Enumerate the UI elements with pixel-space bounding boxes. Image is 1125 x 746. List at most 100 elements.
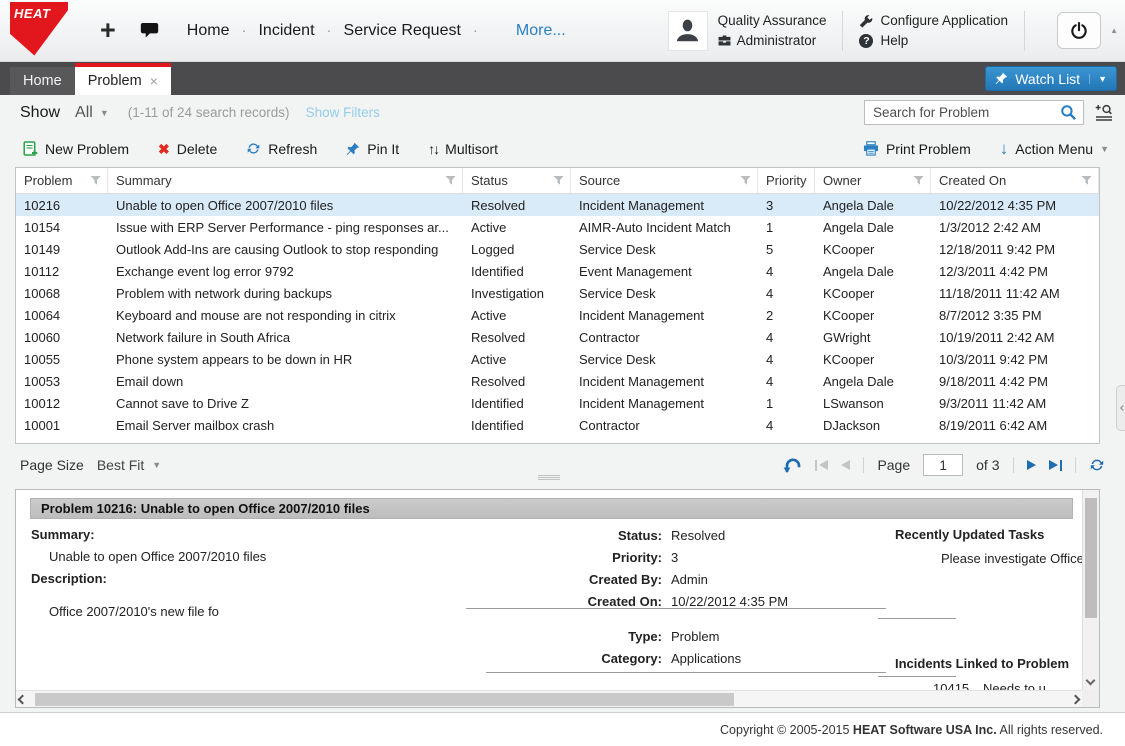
cell: Service Desk — [571, 238, 758, 260]
logout-power-button[interactable] — [1057, 12, 1101, 49]
cell: Exchange event log error 9792 — [108, 260, 463, 282]
filter-icon[interactable] — [913, 175, 924, 186]
nav-home[interactable]: Home — [187, 22, 230, 40]
nav-more[interactable]: More... — [516, 22, 566, 40]
scroll-down-icon[interactable] — [1086, 676, 1096, 686]
nav-separator-dot: · — [327, 22, 332, 39]
filter-icon[interactable] — [445, 175, 456, 186]
cell: Cannot save to Drive Z — [108, 392, 463, 414]
tab-home-label: Home — [23, 73, 62, 89]
new-tab-plus-icon[interactable]: + — [100, 17, 116, 44]
table-row[interactable]: 10149Outlook Add-Ins are causing Outlook… — [16, 238, 1099, 260]
cell: 10001 — [16, 414, 108, 436]
search-input[interactable] — [871, 104, 1060, 121]
grid-body: 10216Unable to open Office 2007/2010 fil… — [16, 194, 1099, 436]
list-header-bar: Show All ▼ (1-11 of 24 search records) S… — [0, 95, 1125, 130]
tab-problem[interactable]: Problem × — [75, 63, 171, 95]
page-number-input[interactable] — [923, 454, 963, 476]
cell: 9/3/2011 11:42 AM — [931, 392, 1099, 414]
cell: KCooper — [815, 238, 931, 260]
watch-list-button[interactable]: Watch List ▼ — [985, 66, 1117, 91]
filter-icon[interactable] — [90, 175, 101, 186]
first-page-button[interactable] — [815, 460, 829, 471]
column-header-status[interactable]: Status — [463, 168, 571, 193]
scrollbar-corner — [1082, 690, 1099, 707]
show-filters-link[interactable]: Show Filters — [306, 105, 380, 120]
delete-button[interactable]: ✖ Delete — [158, 141, 217, 157]
table-row[interactable]: 10060Network failure in South AfricaReso… — [16, 326, 1099, 348]
collapse-header-caret-icon[interactable]: ▲ — [1110, 26, 1118, 35]
filter-icon[interactable] — [740, 175, 751, 186]
cell: Active — [463, 348, 571, 370]
chevron-left-icon — [1120, 405, 1125, 411]
refresh-list-icon[interactable] — [1089, 457, 1105, 473]
printer-icon — [863, 141, 879, 156]
table-row[interactable]: 10053Email downResolvedIncident Manageme… — [16, 370, 1099, 392]
table-row[interactable]: 10055Phone system appears to be down in … — [16, 348, 1099, 370]
column-header-summary[interactable]: Summary — [108, 168, 463, 193]
table-row[interactable]: 10216Unable to open Office 2007/2010 fil… — [16, 194, 1099, 216]
scroll-right-icon[interactable] — [1071, 694, 1081, 704]
tab-close-icon[interactable]: × — [150, 74, 158, 88]
configure-application-link[interactable]: Configure Application — [859, 11, 1008, 31]
scrollbar-thumb[interactable] — [1085, 498, 1097, 618]
description-label: Description: — [24, 568, 464, 590]
action-menu-label: Action Menu — [1015, 141, 1093, 157]
cell: 4 — [758, 260, 815, 282]
previous-page-button[interactable] — [841, 460, 850, 470]
advanced-search-icon[interactable] — [1095, 104, 1113, 121]
action-menu-button[interactable]: ↓ Action Menu ▼ — [1000, 140, 1109, 157]
table-row[interactable]: 10154Issue with ERP Server Performance -… — [16, 216, 1099, 238]
table-row[interactable]: 10112Exchange event log error 9792Identi… — [16, 260, 1099, 282]
column-header-problem[interactable]: Problem — [16, 168, 108, 193]
table-row[interactable]: 10064Keyboard and mouse are not respondi… — [16, 304, 1099, 326]
column-header-created-on[interactable]: Created On — [931, 168, 1099, 193]
table-row[interactable]: 10012Cannot save to Drive ZIdentifiedInc… — [16, 392, 1099, 414]
config-block: Configure Application ? Help — [859, 11, 1008, 51]
page-size-dropdown[interactable]: Best Fit ▼ — [97, 457, 161, 473]
refresh-button[interactable]: Refresh — [246, 141, 317, 157]
detail-field-row: Type:Problem — [486, 625, 886, 647]
last-page-icon — [1049, 460, 1058, 470]
detail-vertical-scrollbar[interactable] — [1082, 490, 1099, 690]
scroll-left-icon[interactable] — [18, 694, 28, 704]
next-page-button[interactable] — [1027, 460, 1036, 470]
cell: 5 — [758, 238, 815, 260]
show-dropdown[interactable]: All ▼ — [75, 104, 109, 122]
panel-collapse-handle[interactable] — [1116, 385, 1125, 431]
chat-bubble-icon[interactable] — [140, 22, 159, 39]
splitter-grip[interactable] — [538, 475, 560, 476]
cell: Incident Management — [571, 370, 758, 392]
undo-arrow-icon[interactable] — [783, 457, 802, 474]
table-row[interactable]: 10001Email Server mailbox crashIdentifie… — [16, 414, 1099, 436]
new-problem-button[interactable]: New Problem — [22, 141, 129, 157]
tab-home[interactable]: Home — [10, 67, 75, 95]
page-of-label: of 3 — [976, 457, 999, 473]
last-page-button[interactable] — [1049, 460, 1063, 471]
nav-service-request[interactable]: Service Request — [344, 22, 461, 40]
search-icon[interactable] — [1060, 104, 1077, 121]
column-header-priority[interactable]: Priority — [758, 168, 815, 193]
heat-logo[interactable]: HEAT — [0, 0, 80, 62]
wrench-icon — [859, 14, 873, 28]
filter-icon[interactable] — [806, 175, 808, 186]
filter-icon[interactable] — [1081, 175, 1092, 186]
cell: 4 — [758, 414, 815, 436]
user-block[interactable]: Quality Assurance Administrator — [668, 11, 827, 51]
user-avatar[interactable] — [668, 11, 708, 51]
column-header-owner[interactable]: Owner — [815, 168, 931, 193]
recent-task-item[interactable]: Please investigate Office — [878, 548, 1100, 570]
print-problem-label: Print Problem — [886, 141, 971, 157]
detail-horizontal-scrollbar[interactable] — [16, 690, 1082, 707]
pin-it-button[interactable]: Pin It — [346, 141, 399, 157]
nav-incident[interactable]: Incident — [258, 22, 314, 40]
column-header-source[interactable]: Source — [571, 168, 758, 193]
scrollbar-thumb[interactable] — [35, 693, 734, 706]
multisort-button[interactable]: ↑↓ Multisort — [428, 141, 498, 157]
search-box — [864, 100, 1084, 125]
table-row[interactable]: 10068Problem with network during backups… — [16, 282, 1099, 304]
header-divider — [1024, 11, 1025, 51]
help-link[interactable]: ? Help — [859, 31, 1008, 51]
filter-icon[interactable] — [553, 175, 564, 186]
print-problem-button[interactable]: Print Problem — [863, 141, 971, 157]
